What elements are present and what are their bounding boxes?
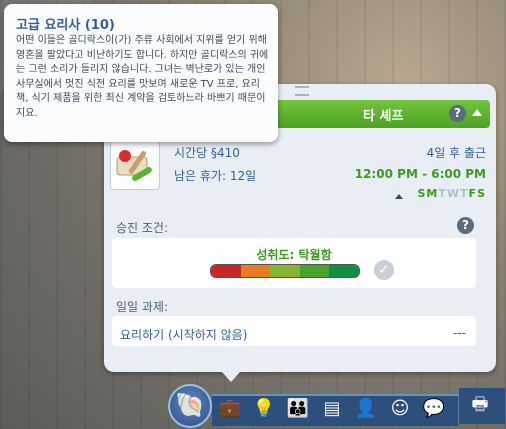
day-5: F (468, 187, 478, 200)
panel-pointer-icon (222, 372, 240, 382)
sim-profile-icon[interactable]: 👤 (352, 396, 380, 422)
lightbulb-icon[interactable]: 💡 (250, 396, 278, 422)
daily-task-label: 일일 과제: (116, 300, 169, 314)
today-marker-icon (395, 194, 403, 199)
chef-job-icon (110, 140, 160, 190)
performance-label: 성취도: 탁월함 (256, 248, 332, 262)
aspiration-icon[interactable]: ☺ (386, 396, 414, 422)
career-info-left: 시간당 §410 남은 휴가: 12일 (174, 144, 256, 190)
day-3: W (446, 187, 461, 200)
daily-task-box: 요리하기 (시작하지 않음) --- (112, 316, 476, 346)
vacation-days: 남은 휴가: 12일 (174, 169, 257, 183)
pay-prefix: 시간당 (174, 146, 208, 160)
day-4: T (460, 187, 469, 200)
performance-segment-1 (240, 265, 271, 277)
promotion-label: 승진 조건: (116, 221, 169, 235)
briefcase-icon[interactable]: 💼 (216, 396, 244, 422)
career-info-right: 4일 후 출근 12:00 PM - 6:00 PM SMTWTFS (355, 144, 486, 200)
work-days: SMTWTFS (355, 187, 486, 200)
tooltip-title: 고급 요리사 (10) (16, 18, 115, 33)
collapse-arrow-icon[interactable] (472, 109, 482, 116)
chat-icon[interactable]: 💬 (420, 396, 448, 422)
performance-segment-3 (299, 265, 330, 277)
performance-segment-2 (270, 265, 300, 277)
help-button-header[interactable]: ? (449, 105, 466, 122)
help-button[interactable]: ? (457, 217, 474, 234)
performance-box: 성취도: 탁월함 ✓ (112, 238, 476, 288)
career-title: 타 셰프 (363, 109, 404, 124)
next-shift: 4일 후 출근 (426, 146, 486, 160)
career-header: 타 셰프 ? (268, 100, 490, 128)
inventory-icon[interactable]: ▤ (318, 396, 346, 422)
task-progress: --- (453, 326, 466, 340)
work-hours: 12:00 PM - 6:00 PM (354, 167, 486, 181)
career-level-tooltip: 고급 요리사 (10) 어떤 이들은 골디락스이(가) 주류 사회에서 지위를 … (4, 4, 278, 142)
bottom-toolbar: 🐚 💼 💡 👪 ▤ 👤 ☺ 💬 🖶 (164, 384, 505, 428)
tooltip-description: 어떤 이들은 골디락스이(가) 주류 사회에서 지위를 얻기 위해 영혼을 팔았… (16, 35, 269, 119)
pay-value: §410 (210, 146, 240, 160)
day-1: M (426, 187, 439, 200)
performance-segment-0 (211, 265, 241, 277)
drag-handle[interactable] (295, 86, 309, 96)
register-icon[interactable]: 🖶 (466, 392, 494, 418)
day-2: T (438, 187, 447, 200)
career-tab-button[interactable]: 🐚 (168, 384, 212, 428)
checkmark-icon: ✓ (374, 260, 394, 280)
day-6: S (477, 187, 486, 200)
relationships-icon[interactable]: 👪 (284, 396, 312, 422)
task-cook: 요리하기 (시작하지 않음) (120, 328, 248, 342)
